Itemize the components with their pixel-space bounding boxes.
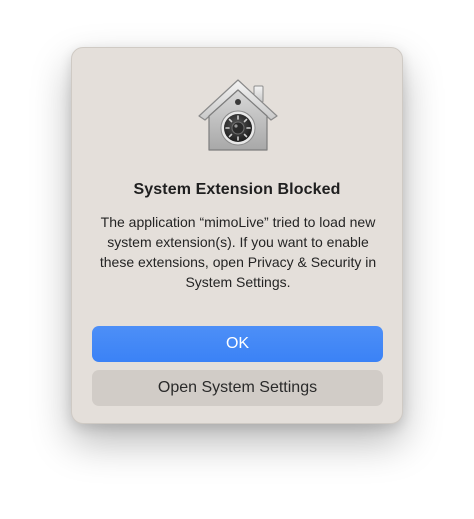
dialog-title: System Extension Blocked: [133, 181, 341, 198]
screen: System Extension Blocked The application…: [0, 0, 474, 519]
alert-dialog: System Extension Blocked The application…: [71, 47, 403, 424]
lock-house-icon: [197, 78, 279, 152]
dialog-message: The application “mimoLive” tried to load…: [99, 214, 377, 290]
ok-button[interactable]: OK: [92, 326, 383, 362]
open-system-settings-button[interactable]: Open System Settings: [92, 370, 383, 406]
